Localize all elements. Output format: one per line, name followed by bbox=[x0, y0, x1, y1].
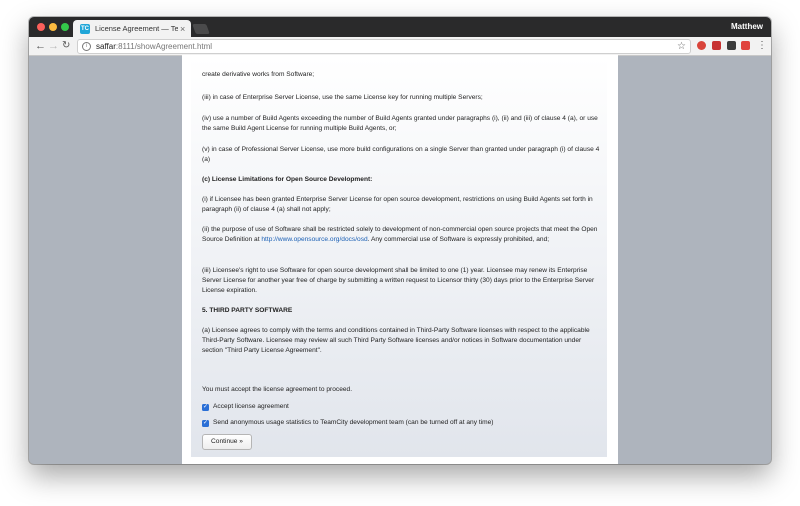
browser-toolbar: ← → ↻ i saffar:8111/showAgreement.html ☆… bbox=[29, 37, 771, 56]
back-arrow-icon[interactable]: ← bbox=[35, 39, 46, 53]
license-paragraph: (iii) Licensee's right to use Software f… bbox=[202, 267, 595, 294]
accept-license-checkbox[interactable]: ✓ bbox=[202, 403, 209, 411]
accept-notice: You must accept the license agreement to… bbox=[202, 386, 353, 393]
extension-icon[interactable] bbox=[727, 41, 736, 50]
license-paragraph: (iii) in case of Enterprise Server Licen… bbox=[202, 94, 483, 101]
license-paragraph: (i) if Licensee has been granted Enterpr… bbox=[202, 196, 593, 213]
minimize-window-button[interactable] bbox=[49, 23, 57, 31]
zoom-window-button[interactable] bbox=[61, 23, 69, 31]
profile-name[interactable]: Matthew bbox=[731, 22, 763, 31]
url-path: :8111/showAgreement.html bbox=[115, 42, 213, 51]
tab-close-icon[interactable]: × bbox=[180, 24, 185, 34]
reload-icon[interactable]: ↻ bbox=[62, 39, 70, 53]
browser-menu-icon[interactable]: ⋮ bbox=[757, 39, 767, 53]
section-heading: 5. THIRD PARTY SOFTWARE bbox=[202, 307, 293, 314]
accept-license-label[interactable]: Accept license agreement bbox=[213, 402, 289, 412]
continue-button[interactable]: Continue » bbox=[202, 434, 252, 450]
license-paragraph: create derivative works from Software; bbox=[202, 71, 315, 78]
license-agreement-content[interactable]: create derivative works from Software; (… bbox=[191, 57, 607, 457]
browser-window: TC License Agreement — TeamCi × Matthew … bbox=[29, 17, 771, 464]
close-window-button[interactable] bbox=[37, 23, 45, 31]
extension-icon[interactable] bbox=[741, 41, 750, 50]
section-heading: (c) License Limitations for Open Source … bbox=[202, 176, 373, 183]
extension-icon[interactable] bbox=[712, 41, 721, 50]
browser-tab[interactable]: TC License Agreement — TeamCi × bbox=[73, 20, 191, 37]
usage-statistics-row[interactable]: ✓ Send anonymous usage statistics to Tea… bbox=[202, 418, 494, 428]
bookmark-star-icon[interactable]: ☆ bbox=[677, 40, 686, 53]
info-icon[interactable]: i bbox=[82, 42, 91, 51]
url-host: saffar bbox=[96, 42, 116, 51]
title-bar: TC License Agreement — TeamCi × Matthew bbox=[29, 17, 771, 37]
forward-arrow-icon[interactable]: → bbox=[48, 39, 59, 53]
url-text[interactable]: saffar:8111/showAgreement.html bbox=[96, 42, 212, 51]
license-paragraph: (iv) use a number of Build Agents exceed… bbox=[202, 115, 598, 132]
tab-title: License Agreement — TeamCi bbox=[95, 24, 178, 33]
accept-license-row[interactable]: ✓ Accept license agreement bbox=[202, 402, 289, 412]
license-paragraph: (ii) the purpose of use of Software shal… bbox=[202, 225, 600, 245]
teamcity-favicon-icon: TC bbox=[80, 23, 90, 34]
page-panel: create derivative works from Software; (… bbox=[182, 55, 618, 464]
usage-statistics-label[interactable]: Send anonymous usage statistics to TeamC… bbox=[213, 418, 494, 428]
extension-icon[interactable] bbox=[697, 41, 706, 50]
new-tab-button[interactable] bbox=[192, 24, 210, 34]
address-bar[interactable]: i saffar:8111/showAgreement.html ☆ bbox=[77, 39, 691, 54]
license-text: . Any commercial use of Software is expr… bbox=[367, 236, 550, 243]
opensource-link[interactable]: http://www.opensource.org/docs/osd bbox=[261, 236, 367, 243]
license-paragraph: (a) Licensee agrees to comply with the t… bbox=[202, 327, 590, 354]
usage-statistics-checkbox[interactable]: ✓ bbox=[202, 419, 209, 427]
license-paragraph: (v) in case of Professional Server Licen… bbox=[202, 146, 600, 163]
